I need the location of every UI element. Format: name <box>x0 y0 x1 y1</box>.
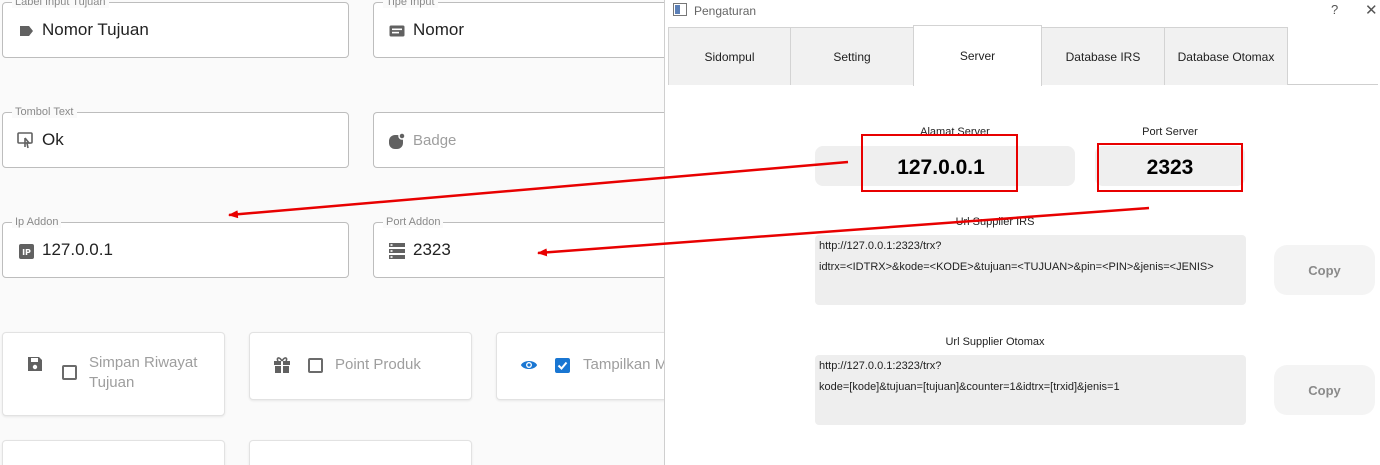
url-otomax-line2: kode=[kode]&tujuan=[tujuan]&counter=1&id… <box>819 381 1120 393</box>
check-icon <box>557 361 568 370</box>
tombol-text-field[interactable]: Tombol Text Ok <box>2 106 349 168</box>
ip-addon-value: 127.0.0.1 <box>42 240 113 259</box>
badge-placeholder: Badge <box>413 132 457 149</box>
simpan-riwayat-label-line1: Simpan Riwayat <box>89 354 198 371</box>
tab-setting[interactable]: Setting <box>790 27 914 85</box>
bottom-card-1[interactable] <box>2 440 225 465</box>
badge-icon <box>388 132 406 149</box>
touch-app-icon <box>17 132 35 149</box>
save-icon <box>26 355 44 373</box>
badge-field[interactable]: Badge <box>373 112 665 168</box>
port-server-highlight <box>1097 143 1243 192</box>
label-input-tujuan-field[interactable]: Label Input Tujuan Nomor Tujuan <box>2 0 349 58</box>
tab-bar: Sidompul Setting Server Database IRS Dat… <box>668 25 1378 86</box>
url-irs-textarea[interactable]: http://127.0.0.1:2323/trx? idtrx=<IDTRX>… <box>815 235 1246 305</box>
storage-icon <box>388 243 406 259</box>
ip-addon-label: Ip Addon <box>12 216 62 228</box>
point-produk-checkbox[interactable] <box>308 358 323 373</box>
url-irs-line1: http://127.0.0.1:2323/trx? <box>819 240 942 252</box>
port-server-label: Port Server <box>1142 126 1198 138</box>
tombol-text-label: Tombol Text <box>12 106 77 118</box>
help-button[interactable]: ? <box>1331 2 1338 17</box>
label-icon <box>17 23 35 39</box>
ip-icon: IP <box>17 243 35 259</box>
simpan-riwayat-card[interactable]: Simpan Riwayat Tujuan <box>2 332 225 416</box>
copy-otomax-button[interactable]: Copy <box>1274 365 1375 415</box>
url-irs-line2: idtrx=<IDTRX>&kode=<KODE>&tujuan=<TUJUAN… <box>819 261 1214 273</box>
ip-addon-field[interactable]: Ip Addon IP 127.0.0.1 <box>2 216 349 278</box>
point-produk-label: Point Produk <box>335 356 421 373</box>
tab-sidompul[interactable]: Sidompul <box>668 27 791 85</box>
tab-server[interactable]: Server <box>913 25 1042 86</box>
bottom-card-2[interactable] <box>249 440 472 465</box>
label-input-tujuan-value: Nomor Tujuan <box>42 20 149 39</box>
tab-database-irs[interactable]: Database IRS <box>1041 27 1165 85</box>
tampilkan-card[interactable]: Tampilkan M <box>496 332 668 400</box>
copy-irs-button[interactable]: Copy <box>1274 245 1375 295</box>
simpan-riwayat-label-line2: Tujuan <box>89 374 135 391</box>
dialog-title: Pengaturan <box>694 4 757 18</box>
port-addon-field[interactable]: Port Addon 2323 <box>373 216 665 278</box>
tipe-input-value: Nomor <box>413 20 465 39</box>
label-input-tujuan-label: Label Input Tujuan <box>12 0 109 8</box>
port-addon-value: 2323 <box>413 240 451 259</box>
text-fields-icon <box>388 23 406 39</box>
tipe-input-label: Tipe Input <box>383 0 438 8</box>
tampilkan-checkbox[interactable] <box>555 358 570 373</box>
tombol-text-value: Ok <box>42 130 64 149</box>
close-button[interactable]: ✕ <box>1365 1 1378 19</box>
tab-database-otomax[interactable]: Database Otomax <box>1164 27 1288 85</box>
alamat-server-highlight <box>861 134 1018 192</box>
svg-text:IP: IP <box>22 248 31 257</box>
tipe-input-field[interactable]: Tipe Input Nomor <box>373 0 665 58</box>
url-otomax-textarea[interactable]: http://127.0.0.1:2323/trx? kode=[kode]&t… <box>815 355 1246 425</box>
window-icon <box>673 3 687 16</box>
url-irs-label: Url Supplier IRS <box>955 216 1035 228</box>
pengaturan-dialog: Pengaturan ? ✕ Sidompul Setting Server D… <box>664 0 1380 465</box>
simpan-riwayat-checkbox[interactable] <box>62 365 77 380</box>
point-produk-card[interactable]: Point Produk <box>249 332 472 400</box>
gift-icon <box>273 356 291 374</box>
eye-icon <box>520 356 538 374</box>
port-addon-label: Port Addon <box>383 216 444 228</box>
url-otomax-label: Url Supplier Otomax <box>945 336 1045 348</box>
tampilkan-label: Tampilkan M <box>583 356 668 373</box>
url-otomax-line1: http://127.0.0.1:2323/trx? <box>819 360 942 372</box>
dialog-titlebar: Pengaturan ? ✕ <box>665 0 1380 22</box>
